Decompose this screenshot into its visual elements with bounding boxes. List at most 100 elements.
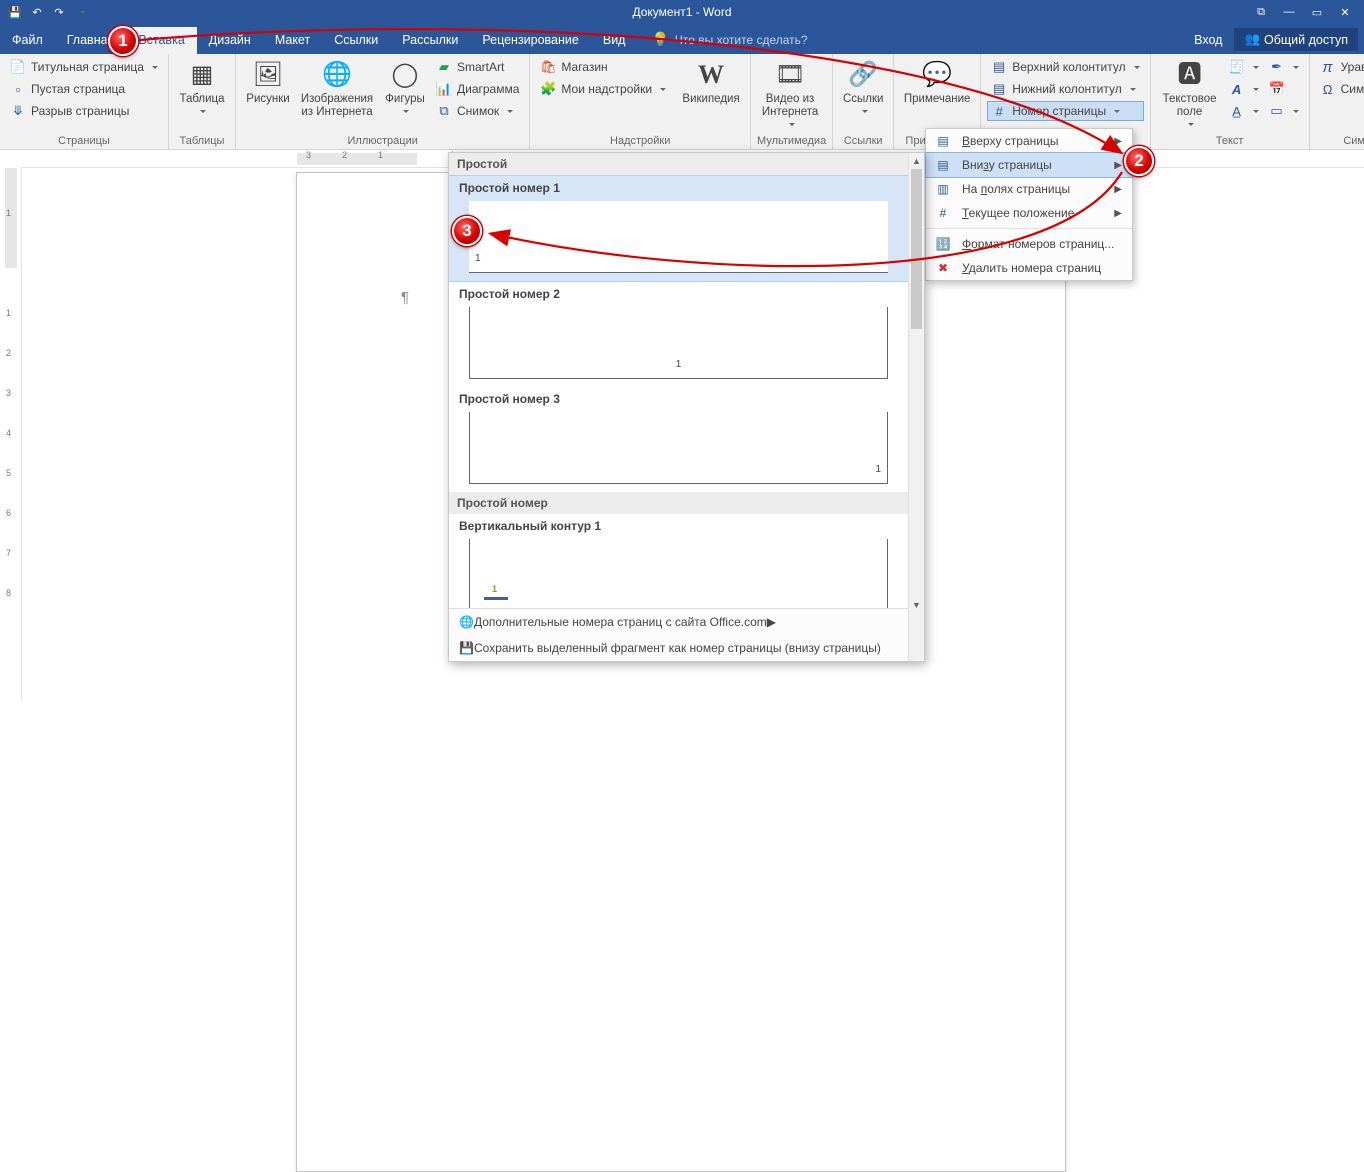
tab-references[interactable]: Ссылки (322, 27, 390, 54)
page-number-gallery: Простой Простой номер 1 1 Простой номер … (448, 152, 925, 662)
menu-remove-page-numbers[interactable]: ✖Удалить номера страниц (926, 256, 1132, 280)
symbol-button[interactable]: ΩСимвол (1316, 79, 1364, 99)
footer-button[interactable]: ▤Нижний колонтитул (987, 79, 1143, 99)
wikipedia-icon: W (695, 59, 727, 91)
store-button[interactable]: 🛍Магазин (536, 57, 670, 77)
maximize-icon[interactable]: ▭ (1304, 3, 1330, 21)
my-addins-button[interactable]: 🧩Мои надстройки (536, 79, 670, 99)
scroll-up-icon[interactable]: ▲ (909, 153, 924, 169)
datetime-icon: 📅 (1269, 81, 1285, 97)
minimize-icon[interactable]: — (1276, 3, 1302, 21)
datetime-button[interactable]: 📅 (1265, 79, 1303, 99)
gallery-item-plain-1[interactable]: Простой номер 1 1 (449, 175, 908, 282)
tab-mailings[interactable]: Рассылки (390, 27, 470, 54)
group-pages: 📄Титульная страница ▫Пустая страница ⤋Ра… (0, 54, 169, 149)
page-number-menu: ▤Вверху страницы▶ ▤Внизу страницы▶ ▥На п… (925, 128, 1133, 281)
menu-bottom-of-page[interactable]: ▤Внизу страницы▶ (925, 152, 1133, 178)
cover-page-button[interactable]: 📄Титульная страница (6, 57, 162, 77)
object-button[interactable]: ▭ (1265, 101, 1303, 121)
page-number-icon: # (991, 103, 1007, 119)
header-button[interactable]: ▤Верхний колонтитул (987, 57, 1143, 77)
page-number-button[interactable]: #Номер страницы (987, 101, 1143, 121)
ribbon: 📄Титульная страница ▫Пустая страница ⤋Ра… (0, 54, 1364, 150)
gallery-item-plain-3[interactable]: Простой номер 3 1 (449, 387, 908, 484)
gallery-preview: 1 (469, 307, 888, 379)
submenu-arrow-icon: ▶ (1114, 208, 1122, 219)
wordart-icon: A (1229, 81, 1245, 97)
group-label-pages: Страницы (6, 134, 162, 147)
gallery-category-plain-number: Простой номер (449, 492, 908, 514)
gallery-save-selection: 💾Сохранить выделенный фрагмент как номер… (449, 635, 908, 661)
table-button[interactable]: ▦Таблица (175, 57, 229, 114)
menu-current-position[interactable]: #Текущее положение▶ (926, 201, 1132, 225)
equation-button[interactable]: πУравнение (1316, 57, 1364, 77)
page-break-button[interactable]: ⤋Разрыв страницы (6, 101, 162, 121)
footer-icon: ▤ (991, 81, 1007, 97)
gallery-more-from-office[interactable]: 🌐Дополнительные номера страниц с сайта O… (449, 609, 908, 635)
dropcap-icon: A̲ (1229, 103, 1245, 119)
pilcrow-icon: ¶ (401, 289, 409, 306)
scroll-thumb[interactable] (911, 169, 922, 329)
object-icon: ▭ (1269, 103, 1285, 119)
symbol-icon: Ω (1320, 81, 1336, 97)
signature-icon: ✒ (1269, 59, 1285, 75)
header-icon: ▤ (991, 59, 1007, 75)
tab-review[interactable]: Рецензирование (470, 27, 591, 54)
title-bar: 💾 ↶ ↷ Документ1 - Word ⧉ — ▭ ✕ (0, 0, 1364, 24)
gallery-preview: 1 (469, 412, 888, 484)
menu-page-margins[interactable]: ▥На полях страницы▶ (926, 177, 1132, 201)
pictures-button[interactable]: 🖼Рисунки (242, 57, 294, 106)
links-button[interactable]: 🔗Ссылки (839, 57, 887, 114)
signature-button[interactable]: ✒ (1265, 57, 1303, 77)
tab-layout[interactable]: Макет (263, 27, 322, 54)
save-icon[interactable]: 💾 (6, 3, 24, 21)
gallery-item-vertical-outline-1[interactable]: Вертикальный контур 1 1 (449, 514, 908, 611)
redo-icon[interactable]: ↷ (50, 3, 68, 21)
group-text: 🅰Текстовое поле 🧾 A A̲ ✒ 📅 ▭ Текст (1151, 54, 1310, 149)
group-label-links: Ссылки (839, 134, 887, 147)
ribbon-options-icon[interactable]: ⧉ (1248, 3, 1274, 21)
tab-file[interactable]: Файл (0, 27, 55, 54)
quickparts-button[interactable]: 🧾 (1225, 57, 1263, 77)
group-tables: ▦Таблица Таблицы (169, 54, 236, 149)
wikipedia-button[interactable]: WВикипедия (678, 57, 744, 106)
scroll-down-icon[interactable]: ▼ (909, 597, 924, 613)
link-icon: 🔗 (847, 59, 879, 91)
gallery-item-plain-2[interactable]: Простой номер 2 1 (449, 282, 908, 379)
smartart-button[interactable]: ▰SmartArt (432, 57, 523, 77)
share-button[interactable]: 👥Общий доступ (1234, 28, 1358, 51)
vertical-ruler[interactable]: 1 1 2 3 4 5 6 7 8 (0, 168, 22, 699)
tab-design[interactable]: Дизайн (197, 27, 263, 54)
menu-top-of-page[interactable]: ▤Вверху страницы▶ (926, 129, 1132, 153)
blank-page-button[interactable]: ▫Пустая страница (6, 79, 162, 99)
right-actions: Вход 👥Общий доступ (1184, 28, 1364, 54)
menu-format-page-numbers[interactable]: 🔢Формат номеров страниц... (926, 232, 1132, 256)
online-pictures-button[interactable]: 🌐Изображения из Интернета (296, 57, 378, 119)
video-icon: 🎞 (774, 59, 806, 91)
group-symbols: πУравнение ΩСимвол Символы (1310, 54, 1364, 149)
chart-button[interactable]: 📊Диаграмма (432, 79, 523, 99)
group-label-addins: Надстройки (536, 134, 744, 147)
submenu-arrow-icon: ▶ (1114, 136, 1122, 147)
window-controls: ⧉ — ▭ ✕ (1248, 3, 1364, 21)
textbox-button[interactable]: 🅰Текстовое поле (1157, 57, 1223, 127)
qat-customize-icon[interactable] (72, 3, 90, 21)
close-icon[interactable]: ✕ (1332, 3, 1358, 21)
current-position-icon: # (934, 206, 952, 220)
sign-in-button[interactable]: Вход (1184, 29, 1232, 51)
callout-1: 1 (108, 26, 138, 56)
dropcap-button[interactable]: A̲ (1225, 101, 1263, 121)
my-addins-icon: 🧩 (540, 81, 556, 97)
screenshot-button[interactable]: ⧉Снимок (432, 101, 523, 121)
wordart-button[interactable]: A (1225, 79, 1263, 99)
tell-me-search[interactable]: 💡Что вы хотите сделать? (637, 31, 807, 54)
tab-view[interactable]: Вид (591, 27, 638, 54)
chart-icon: 📊 (436, 81, 452, 97)
online-video-button[interactable]: 🎞Видео из Интернета (757, 57, 823, 127)
undo-icon[interactable]: ↶ (28, 3, 46, 21)
comment-button[interactable]: 💬Примечание (900, 57, 974, 106)
submenu-arrow-icon: ▶ (1114, 160, 1122, 171)
group-label-symbols: Символы (1316, 134, 1364, 147)
gallery-scrollbar[interactable]: ▲ ▼ (908, 153, 924, 661)
shapes-button[interactable]: ◯Фигуры (380, 57, 430, 114)
